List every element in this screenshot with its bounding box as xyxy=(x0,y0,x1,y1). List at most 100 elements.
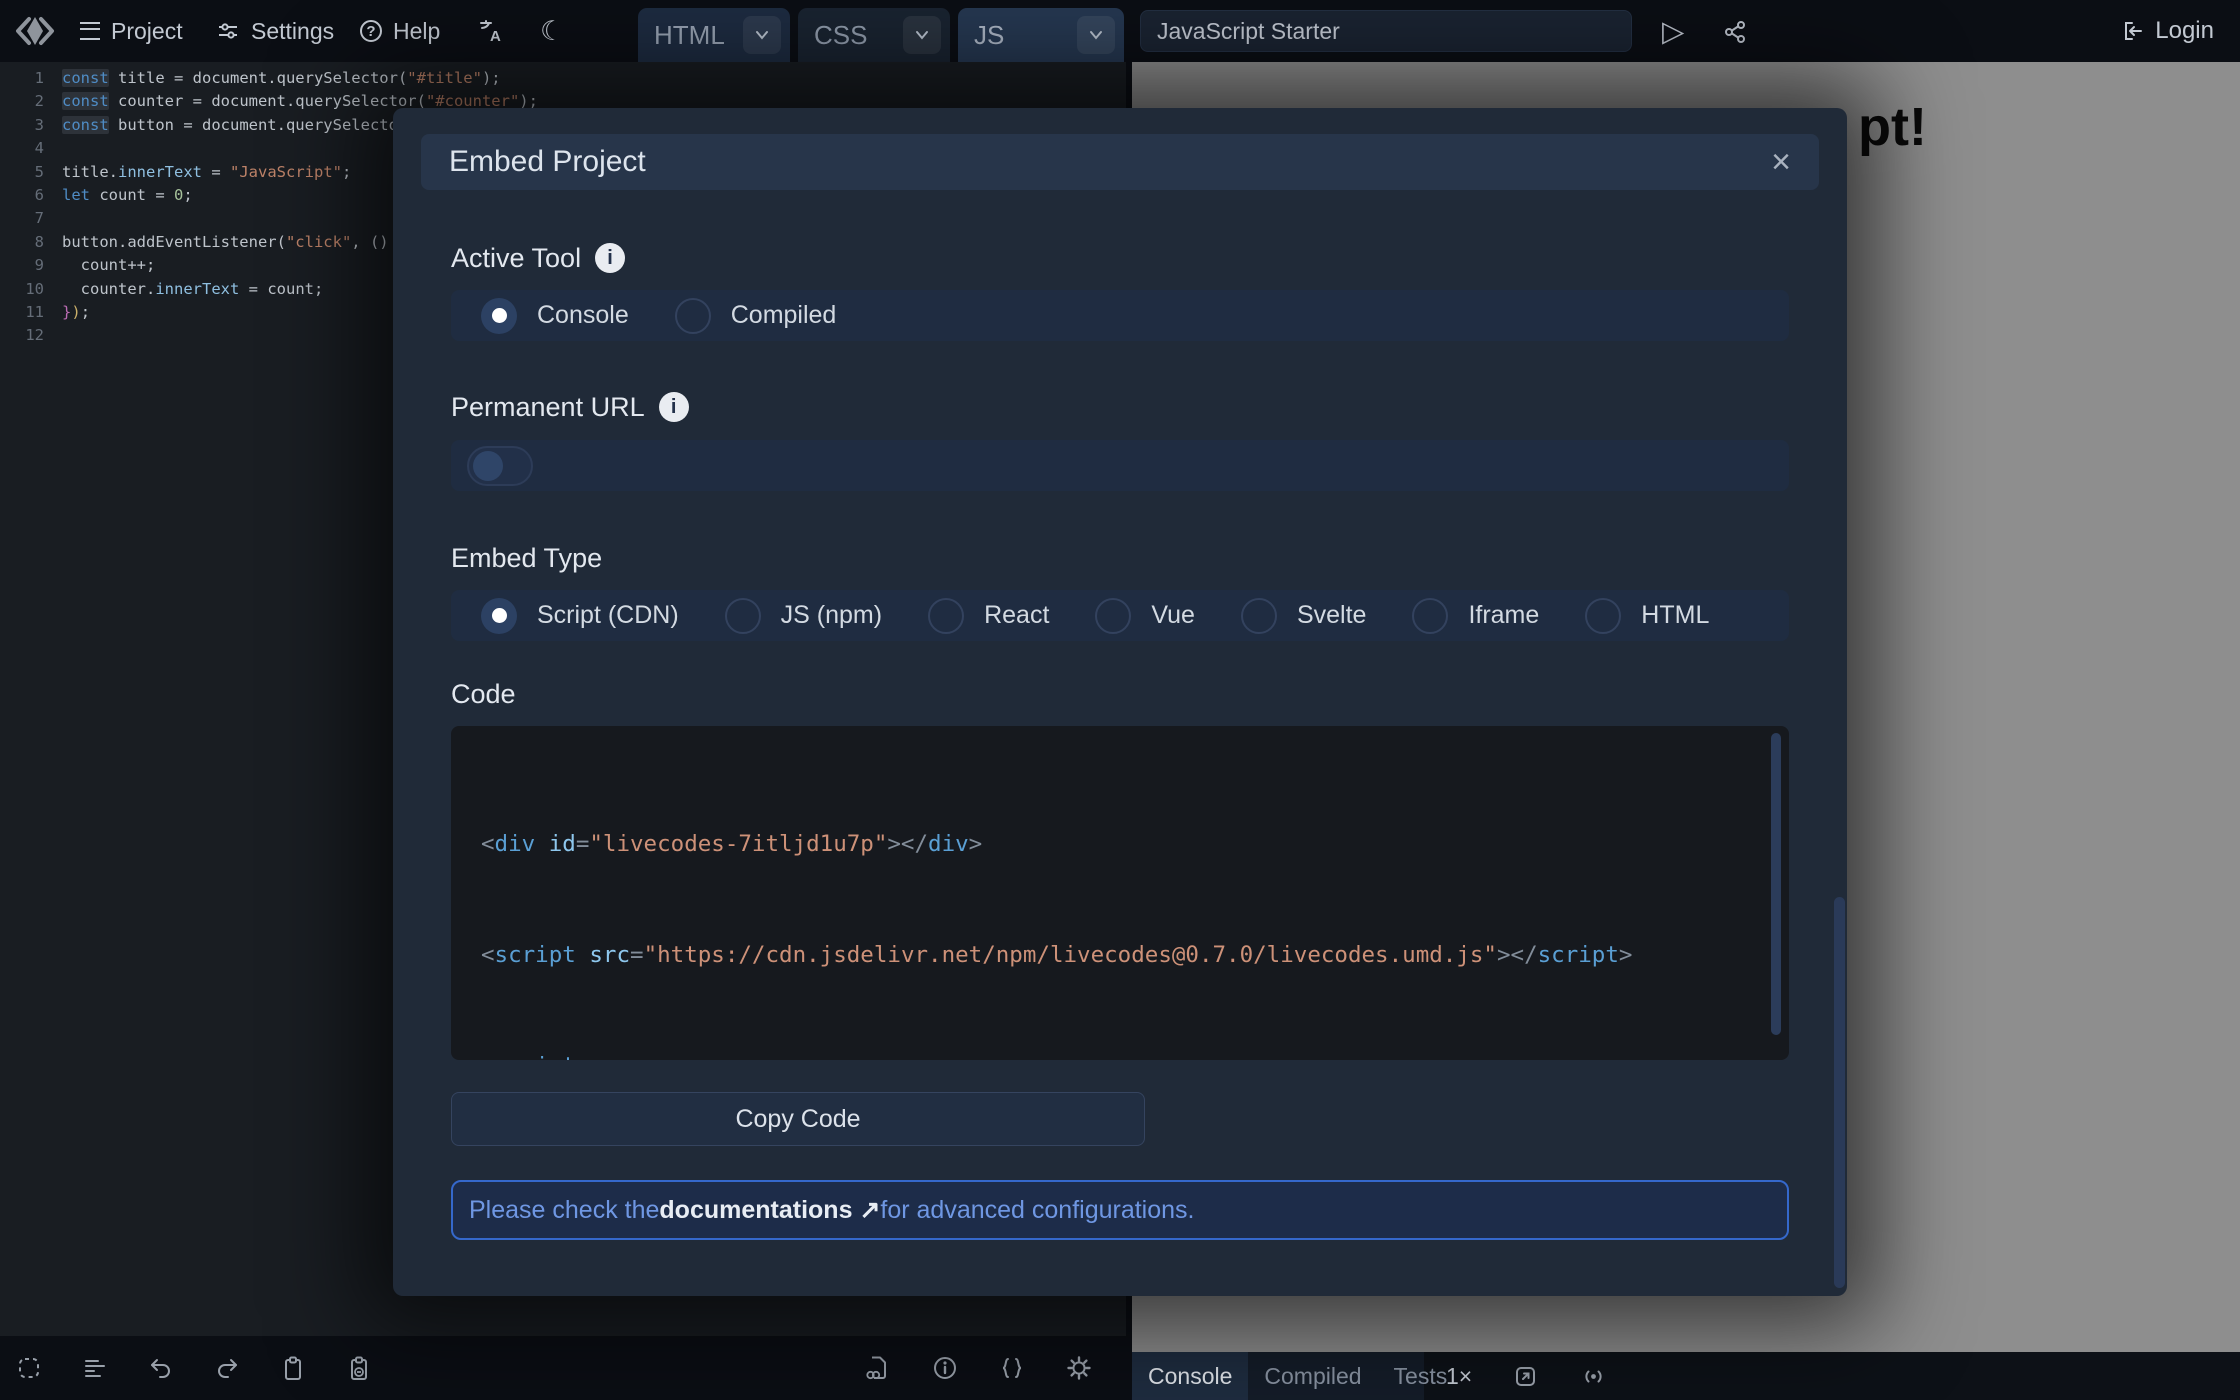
copy-snippet-icon[interactable] xyxy=(346,1355,372,1381)
radio-option-label: Vue xyxy=(1151,601,1195,630)
tab-html-label: HTML xyxy=(654,20,725,51)
radio-option-svelte[interactable]: Svelte xyxy=(1241,598,1366,634)
permanent-url-toggle[interactable] xyxy=(467,446,533,486)
info-icon[interactable]: i xyxy=(659,392,689,422)
share-icon[interactable] xyxy=(1722,19,1748,45)
radio-option-vue[interactable]: Vue xyxy=(1095,598,1195,634)
translate-button[interactable]: A xyxy=(478,0,504,62)
settings-gear-icon[interactable] xyxy=(1066,1355,1092,1381)
tab-js-label: JS xyxy=(974,20,1004,51)
code-line: button.addEventListener("click", () => { xyxy=(62,231,435,254)
tools-tabs: ConsoleCompiledTests xyxy=(1132,1352,1424,1400)
code-line: count++; xyxy=(62,254,155,277)
radio-unselected-icon xyxy=(1585,598,1621,634)
code-heading: Code xyxy=(451,678,1789,710)
css-tab-dropdown[interactable] xyxy=(903,16,941,54)
moon-icon: ☾ xyxy=(540,16,564,47)
tab-js[interactable]: JS xyxy=(958,8,1124,62)
top-toolbar: Project Settings ? Help A ☾ HTML xyxy=(0,0,2240,62)
help-menu[interactable]: ? Help xyxy=(360,0,440,62)
zoom-level-label: 1× xyxy=(1446,1363,1472,1390)
docs-note: Please check the documentations ↗ for ad… xyxy=(451,1180,1789,1240)
tools-tab-console[interactable]: Console xyxy=(1132,1352,1248,1400)
radio-option-script-cdn[interactable]: Script (CDN) xyxy=(481,598,679,634)
tab-html[interactable]: HTML xyxy=(638,8,790,62)
line-number: 3 xyxy=(0,114,44,137)
code-line xyxy=(62,207,71,230)
radio-option-label: Compiled xyxy=(731,301,837,330)
project-menu-label: Project xyxy=(111,18,183,45)
line-number: 8 xyxy=(0,231,44,254)
js-tab-dropdown[interactable] xyxy=(1077,16,1115,54)
tab-css-label: CSS xyxy=(814,20,867,51)
app-logo-icon[interactable] xyxy=(12,8,58,54)
focus-mode-icon[interactable] xyxy=(16,1355,42,1381)
redo-icon[interactable] xyxy=(214,1355,240,1381)
radio-unselected-icon xyxy=(928,598,964,634)
copy-code-icon[interactable] xyxy=(280,1355,306,1381)
code-line xyxy=(62,137,71,160)
sliders-icon xyxy=(216,19,240,43)
codeblock-scrollbar[interactable] xyxy=(1771,733,1781,1035)
radio-option-react[interactable]: React xyxy=(928,598,1049,634)
radio-option-iframe[interactable]: Iframe xyxy=(1412,598,1539,634)
preview-heading-fragment: pt! xyxy=(1858,96,1927,158)
embed-type-heading: Embed Type xyxy=(451,542,1789,574)
html-tab-dropdown[interactable] xyxy=(743,16,781,54)
code-line: title.innerText = "JavaScript"; xyxy=(62,161,351,184)
copy-code-button[interactable]: Copy Code xyxy=(451,1092,1145,1146)
livecodes-app: Project Settings ? Help A ☾ HTML xyxy=(0,0,2240,1400)
run-icon: ▷ xyxy=(1662,14,1684,49)
note-prefix: Please check the xyxy=(469,1196,659,1225)
line-number: 10 xyxy=(0,278,44,301)
active-tool-label: Active Tool xyxy=(451,242,581,274)
documentations-link[interactable]: documentations xyxy=(659,1196,852,1225)
radio-unselected-icon xyxy=(1412,598,1448,634)
zoom-level-button[interactable]: 1× xyxy=(1446,1352,1472,1400)
close-icon[interactable]: × xyxy=(1771,145,1791,179)
line-number: 6 xyxy=(0,184,44,207)
settings-menu-label: Settings xyxy=(251,18,334,45)
radio-option-compiled[interactable]: Compiled xyxy=(675,298,837,334)
line-number: 7 xyxy=(0,207,44,230)
radio-unselected-icon xyxy=(725,598,761,634)
external-resources-icon[interactable] xyxy=(864,1355,890,1381)
tools-tab-compiled[interactable]: Compiled xyxy=(1248,1352,1377,1400)
editor-footer-toolbar xyxy=(0,1336,1126,1400)
code-line: const title = document.querySelector("#t… xyxy=(62,67,501,90)
svg-text:A: A xyxy=(490,28,501,44)
project-menu[interactable]: Project xyxy=(80,0,183,62)
line-number: 2 xyxy=(0,90,44,113)
format-code-icon[interactable] xyxy=(82,1355,108,1381)
tab-css[interactable]: CSS xyxy=(798,8,950,62)
line-number: 12 xyxy=(0,324,44,347)
radio-option-console[interactable]: Console xyxy=(481,298,629,334)
embed-type-options: Script (CDN) JS (npm) React Vue Svelte Iframe… xyxy=(451,590,1789,641)
radio-option-label: Script (CDN) xyxy=(537,601,679,630)
undo-icon[interactable] xyxy=(148,1355,174,1381)
modal-scrollbar[interactable] xyxy=(1834,897,1845,1288)
login-button[interactable]: Login xyxy=(2121,0,2214,62)
dark-mode-toggle[interactable]: ☾ xyxy=(540,0,564,62)
permanent-url-heading: Permanent URL i xyxy=(451,391,1789,423)
broadcast-icon[interactable] xyxy=(1580,1363,1607,1390)
chevron-down-icon xyxy=(913,26,931,44)
line-number: 5 xyxy=(0,161,44,184)
embed-code-block[interactable]: <div id="livecodes-7itljd1u7p"></div> <s… xyxy=(451,726,1789,1060)
code-label: Code xyxy=(451,678,516,710)
embed-code-line: <script src="https://cdn.jsdelivr.net/np… xyxy=(481,937,1789,974)
info-icon[interactable]: i xyxy=(595,243,625,273)
project-info-icon[interactable] xyxy=(932,1355,958,1381)
line-number: 9 xyxy=(0,254,44,277)
open-in-new-window-icon[interactable] xyxy=(1512,1363,1539,1390)
translate-icon: A xyxy=(478,18,504,44)
custom-settings-icon[interactable] xyxy=(999,1355,1025,1381)
radio-option-js-npm[interactable]: JS (npm) xyxy=(725,598,882,634)
project-title-input[interactable] xyxy=(1140,10,1632,52)
settings-menu[interactable]: Settings xyxy=(216,0,334,62)
help-icon: ? xyxy=(360,20,382,42)
run-button[interactable]: ▷ xyxy=(1662,0,1684,62)
note-arrow: ↗ xyxy=(859,1195,880,1225)
radio-option-html[interactable]: HTML xyxy=(1585,598,1709,634)
modal-header[interactable]: Embed Project × xyxy=(421,134,1819,190)
